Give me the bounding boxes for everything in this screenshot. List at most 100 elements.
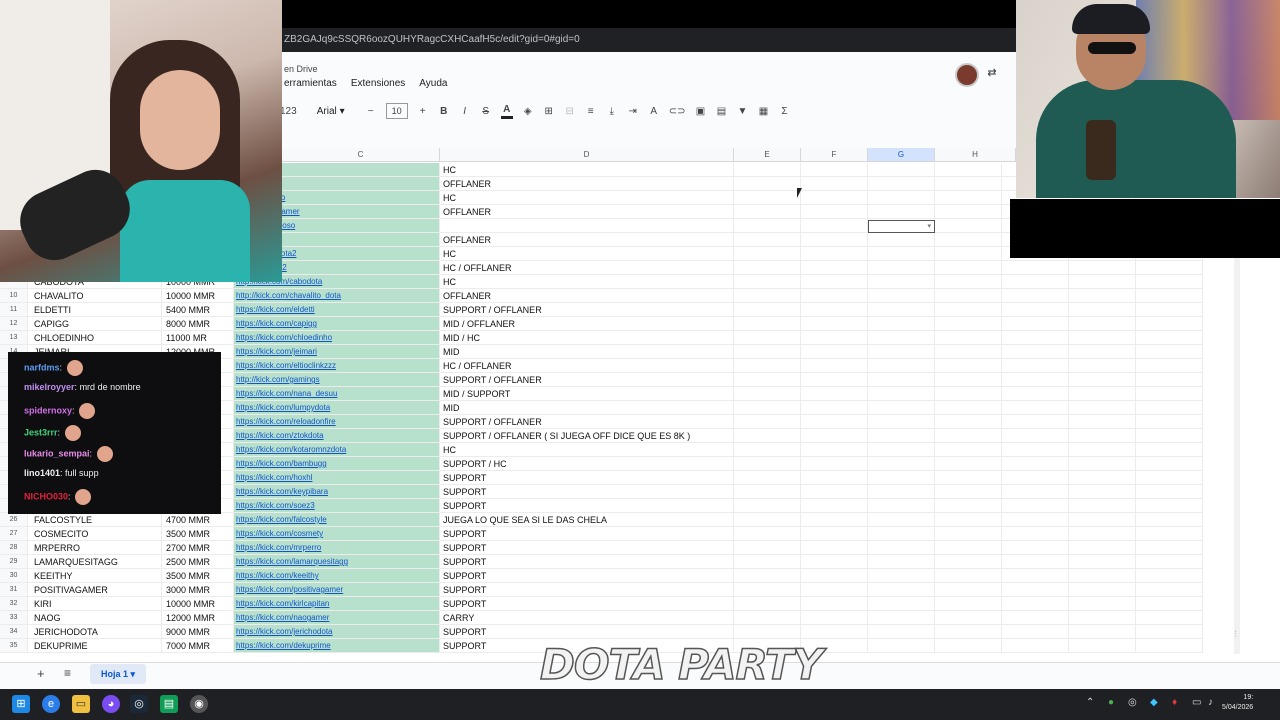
cell-empty[interactable] [1069, 541, 1136, 555]
cell-empty[interactable] [868, 611, 935, 625]
strikethrough-button[interactable]: S [480, 106, 492, 117]
chat-username[interactable]: Jest3rrr [24, 427, 58, 437]
windows-start-icon[interactable]: ⊞ [12, 695, 30, 713]
row-number[interactable]: 31 [0, 583, 28, 597]
cell-empty[interactable] [868, 247, 935, 261]
cell-role[interactable]: MID / SUPPORT [440, 387, 734, 401]
cell-role[interactable]: SUPPORT [440, 583, 734, 597]
cell-role[interactable]: SUPPORT / OFFLANER [440, 415, 734, 429]
cell-empty[interactable] [1136, 345, 1203, 359]
cell-empty[interactable] [935, 177, 1002, 191]
cell-role[interactable]: SUPPORT [440, 527, 734, 541]
cell-empty[interactable] [1002, 359, 1069, 373]
cell-name[interactable]: ELDETTI [28, 303, 162, 317]
cell-link[interactable]: https://kick.com/dekuprime [234, 639, 440, 653]
cell-empty[interactable] [801, 429, 868, 443]
cell-empty[interactable] [868, 331, 935, 345]
cell-link[interactable]: https://kick.com/lumpydota [234, 401, 440, 415]
volume-icon[interactable]: ♪ [1208, 697, 1213, 708]
italic-button[interactable]: I [459, 106, 471, 117]
font-size-input[interactable]: 10 [385, 103, 408, 119]
cell-empty[interactable] [1002, 261, 1069, 275]
cell-empty[interactable] [935, 205, 1002, 219]
cell-empty[interactable] [868, 303, 935, 317]
cell-role[interactable]: MID / HC [440, 331, 734, 345]
cell-name[interactable]: POSITIVAGAMER [28, 583, 162, 597]
cell-empty[interactable] [1002, 443, 1069, 457]
cell-empty[interactable] [1069, 513, 1136, 527]
cell-empty[interactable] [1069, 289, 1136, 303]
cell-empty[interactable] [868, 345, 935, 359]
cell-role[interactable]: HC [440, 163, 734, 177]
cell-empty[interactable] [1069, 485, 1136, 499]
cell-empty[interactable] [1002, 387, 1069, 401]
cell-empty[interactable] [734, 331, 801, 345]
text-rotation-icon[interactable]: A [648, 106, 660, 117]
cell-empty[interactable] [734, 275, 801, 289]
cell-empty[interactable] [935, 373, 1002, 387]
cell-role[interactable]: SUPPORT / OFFLANER ( SI JUEGA OFF DICE Q… [440, 429, 734, 443]
cell-empty[interactable] [801, 457, 868, 471]
cell-empty[interactable] [801, 205, 868, 219]
cell-empty[interactable] [801, 177, 868, 191]
cell-empty[interactable] [1136, 541, 1203, 555]
cell-link[interactable]: https://kick.com/keypibara [234, 485, 440, 499]
cell-empty[interactable] [1069, 359, 1136, 373]
cell-mmr[interactable]: 3000 MMR [162, 583, 234, 597]
cell-role[interactable]: OFFLANER [440, 233, 734, 247]
cell-role[interactable]: SUPPORT / OFFLANER [440, 373, 734, 387]
cell-link[interactable]: https://kick.com/falcostyle [234, 513, 440, 527]
cell-empty[interactable] [1002, 303, 1069, 317]
cell-empty[interactable] [801, 527, 868, 541]
cell-empty[interactable] [935, 219, 1002, 233]
cell-empty[interactable] [935, 275, 1002, 289]
row-number[interactable]: 13 [0, 331, 28, 345]
cell-empty[interactable] [1136, 625, 1203, 639]
cell-empty[interactable] [801, 317, 868, 331]
cell-link[interactable]: http://kick.com/gamings [234, 373, 440, 387]
cell-empty[interactable] [734, 247, 801, 261]
menu-help[interactable]: Ayuda [419, 77, 447, 90]
cell-empty[interactable] [868, 191, 935, 205]
cell-role[interactable]: HC / OFFLANER [440, 359, 734, 373]
cell-empty[interactable] [935, 625, 1002, 639]
cell-role[interactable]: SUPPORT [440, 625, 734, 639]
cell-name[interactable]: JERICHODOTA [28, 625, 162, 639]
cell-empty[interactable] [1069, 401, 1136, 415]
cell-empty[interactable] [1069, 625, 1136, 639]
cell-empty[interactable] [734, 261, 801, 275]
cell-empty[interactable] [734, 569, 801, 583]
cell-empty[interactable] [868, 401, 935, 415]
cell-empty[interactable] [1069, 415, 1136, 429]
cell-empty[interactable] [1069, 261, 1136, 275]
font-select[interactable]: Arial ▾ [306, 106, 356, 117]
cell-empty[interactable] [1136, 303, 1203, 317]
cell-empty[interactable] [734, 401, 801, 415]
cell-empty[interactable] [801, 513, 868, 527]
cell-empty[interactable] [868, 457, 935, 471]
cell-mmr[interactable]: 2700 MMR [162, 541, 234, 555]
cell-empty[interactable] [935, 317, 1002, 331]
cell-empty[interactable] [1136, 261, 1203, 275]
cell-empty[interactable] [1136, 275, 1203, 289]
row-number[interactable]: 34 [0, 625, 28, 639]
cell-empty[interactable] [801, 359, 868, 373]
cell-empty[interactable] [935, 569, 1002, 583]
cell-mmr[interactable]: 4700 MMR [162, 513, 234, 527]
cell-empty[interactable] [801, 303, 868, 317]
cell-empty[interactable] [868, 359, 935, 373]
cell-empty[interactable] [734, 527, 801, 541]
cell-empty[interactable] [868, 261, 935, 275]
cell-empty[interactable] [935, 457, 1002, 471]
cell-empty[interactable] [868, 233, 935, 247]
cell-empty[interactable] [935, 233, 1002, 247]
bold-button[interactable]: B [438, 106, 450, 117]
cell-link[interactable]: https://kick.com/capigg [234, 317, 440, 331]
tray-steam-icon[interactable]: ◎ [1128, 697, 1137, 708]
cell-empty[interactable] [734, 373, 801, 387]
cell-empty[interactable] [1002, 527, 1069, 541]
cell-empty[interactable] [935, 471, 1002, 485]
cell-empty[interactable] [1002, 611, 1069, 625]
cell-empty[interactable] [935, 191, 1002, 205]
cell-role[interactable]: HC [440, 191, 734, 205]
